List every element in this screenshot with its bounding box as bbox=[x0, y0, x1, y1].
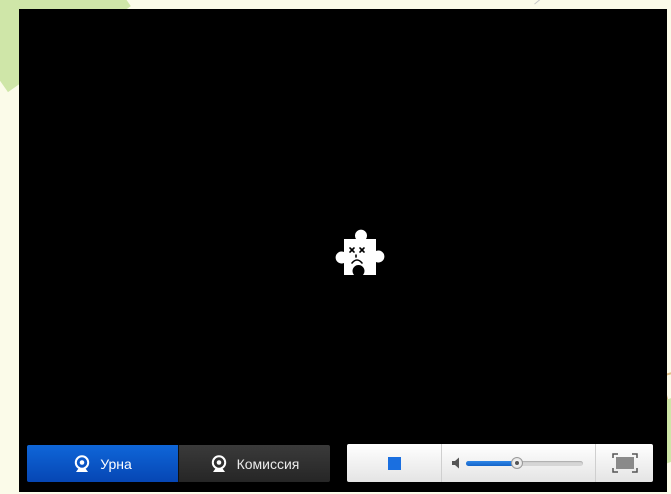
stop-button[interactable] bbox=[347, 444, 442, 482]
stop-icon bbox=[387, 456, 401, 470]
volume-control bbox=[442, 444, 596, 482]
video-player[interactable]: Урна Комиссия bbox=[19, 9, 667, 492]
tab-urna-label: Урна bbox=[100, 455, 132, 472]
tab-urna[interactable]: Урна bbox=[27, 445, 178, 482]
speaker-icon[interactable] bbox=[452, 457, 463, 469]
background-decoration-line bbox=[534, 0, 558, 5]
player-controls bbox=[347, 444, 653, 482]
camera-switcher: Урна Комиссия bbox=[27, 445, 330, 482]
volume-slider[interactable] bbox=[466, 456, 583, 469]
fullscreen-button[interactable] bbox=[596, 444, 653, 482]
volume-slider-fill bbox=[466, 460, 518, 466]
webcam-icon bbox=[211, 454, 226, 472]
fullscreen-icon bbox=[611, 453, 638, 473]
tab-komissiya[interactable]: Комиссия bbox=[178, 445, 330, 482]
sad-puzzle-icon bbox=[335, 229, 385, 275]
tab-komissiya-label: Комиссия bbox=[236, 455, 300, 472]
webcam-icon bbox=[75, 454, 90, 472]
volume-slider-handle[interactable] bbox=[511, 456, 524, 469]
